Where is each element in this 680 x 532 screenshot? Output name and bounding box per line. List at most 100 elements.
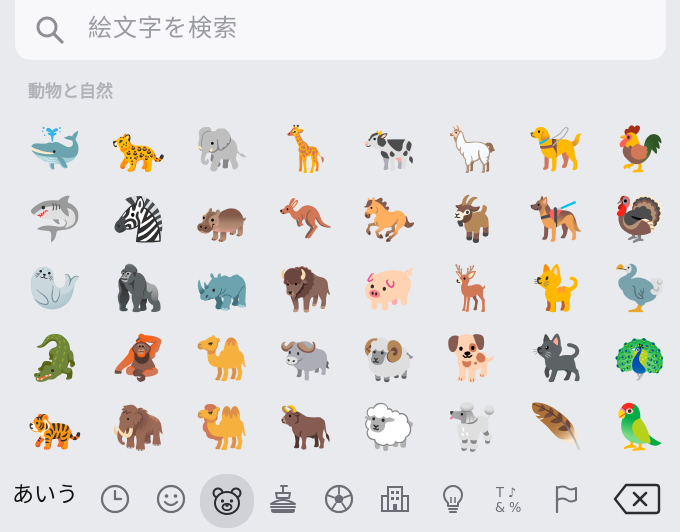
emoji-key[interactable]: 🐊: [14, 325, 96, 393]
emoji-glyph: 🐐: [445, 193, 500, 245]
svg-text:&: &: [495, 501, 505, 515]
emoji-key[interactable]: 🐏: [348, 325, 430, 393]
emoji-glyph: 🦃: [612, 193, 667, 245]
delete-icon[interactable]: [612, 482, 662, 516]
emoji-grid: 🐳 🐆 🐘 🦒 🐄 🦙 🦮 🐓 🦈 🦓 🦛 🦘 🐎 🐐 🐕‍🦺 🦃 🦭 🦍 🦏 🦬 🐖 🦌 🐈 🦤 🐊 🦧 🐪 🐃 🐏 🐕 🐈‍⬛ 🦚 🐅 🦣 🐫 🐂…: [14, 116, 680, 466]
emoji-glyph: 🦭: [27, 263, 83, 314]
emoji-key[interactable]: 🐅: [14, 394, 96, 462]
emoji-glyph: 🦮: [528, 124, 584, 175]
food-category-button[interactable]: [258, 474, 308, 524]
emoji-glyph: 🦘: [278, 193, 333, 245]
emoji-key[interactable]: 🐄: [348, 116, 430, 184]
svg-text:T: T: [495, 486, 504, 501]
emoji-glyph: 🦒: [278, 124, 333, 175]
burger-drink-icon: [270, 485, 296, 513]
emoji-glyph: 🐑: [361, 402, 417, 453]
emoji-key[interactable]: 🦍: [98, 255, 180, 323]
emoji-glyph: 🐓: [612, 124, 667, 175]
emoji-glyph: 🦈: [27, 193, 83, 245]
flags-category-button[interactable]: [540, 474, 590, 524]
emoji-key[interactable]: 🐓: [599, 116, 680, 184]
emoji-glyph: 🐆: [111, 124, 166, 175]
emoji-key[interactable]: 🦌: [432, 255, 514, 323]
clock-icon: [100, 484, 130, 514]
emoji-glyph: 🐂: [278, 402, 333, 453]
emoji-key[interactable]: 🐩: [432, 394, 514, 462]
emoji-key[interactable]: 🦬: [265, 255, 347, 323]
emoji-glyph: 🦙: [445, 124, 500, 175]
emoji-key[interactable]: 🦃: [599, 186, 680, 254]
emoji-key[interactable]: 🦭: [14, 255, 96, 323]
emoji-glyph: 🦌: [445, 263, 500, 314]
emoji-key[interactable]: 🐐: [432, 186, 514, 254]
emoji-key[interactable]: 🪶: [515, 394, 597, 462]
building-icon: [381, 486, 409, 512]
bear-face-icon: [212, 487, 242, 515]
emoji-key[interactable]: 🐂: [265, 394, 347, 462]
recent-category-button[interactable]: [90, 474, 140, 524]
emoji-glyph: 🦓: [111, 193, 166, 245]
emoji-glyph: 🐪: [194, 332, 250, 384]
emoji-key[interactable]: 🐈: [515, 255, 597, 323]
emoji-glyph: 🦧: [111, 332, 166, 384]
symbols-icon: T ♪ & %: [495, 486, 521, 515]
emoji-key[interactable]: 🐆: [98, 116, 180, 184]
emoji-key[interactable]: 🐪: [181, 325, 263, 393]
emoji-glyph: 🐖: [361, 263, 417, 314]
activity-category-button[interactable]: [314, 474, 364, 524]
emoji-key[interactable]: 🐖: [348, 255, 430, 323]
emoji-glyph: 🪶: [528, 402, 584, 453]
emoji-key[interactable]: 🐕: [432, 325, 514, 393]
emoji-glyph: 🦛: [194, 193, 250, 245]
emoji-glyph: 🐄: [361, 124, 417, 175]
emoji-key[interactable]: 🦘: [265, 186, 347, 254]
emoji-glyph: 🐳: [27, 124, 83, 175]
emoji-key[interactable]: 🦓: [98, 186, 180, 254]
flag-icon: [555, 485, 577, 514]
symbols-category-button[interactable]: T ♪ & %: [484, 474, 534, 524]
emoji-glyph: 🦤: [612, 263, 667, 314]
emoji-key[interactable]: 🦙: [432, 116, 514, 184]
emoji-key[interactable]: 🦏: [181, 255, 263, 323]
travel-category-button[interactable]: [370, 474, 420, 524]
emoji-key[interactable]: 🦧: [98, 325, 180, 393]
objects-category-button[interactable]: [428, 474, 478, 524]
emoji-key[interactable]: 🦚: [599, 325, 680, 393]
emoji-key[interactable]: 🦤: [599, 255, 680, 323]
emoji-glyph: 🐕: [445, 332, 500, 384]
emoji-key[interactable]: 🦒: [265, 116, 347, 184]
emoji-glyph: 🦍: [111, 263, 166, 314]
svg-text:♪: ♪: [508, 486, 516, 501]
emoji-key[interactable]: 🐃: [265, 325, 347, 393]
emoji-key[interactable]: 🐎: [348, 186, 430, 254]
emoji-key[interactable]: 🐈‍⬛: [515, 325, 597, 393]
emoji-key[interactable]: 🦛: [181, 186, 263, 254]
emoji-key[interactable]: 🦣: [98, 394, 180, 462]
animals-category-button[interactable]: [200, 474, 254, 528]
emoji-key[interactable]: 🦜: [599, 394, 680, 462]
emoji-glyph: 🐫: [194, 402, 250, 453]
section-title: 動物と自然: [28, 82, 113, 102]
emoji-key[interactable]: 🐕‍🦺: [515, 186, 597, 254]
emoji-glyph: 🐎: [361, 193, 417, 245]
emoji-glyph: 🦏: [194, 263, 250, 314]
emoji-key[interactable]: 🐳: [14, 116, 96, 184]
emoji-glyph: 🐕‍🦺: [528, 193, 584, 245]
emoji-glyph: 🐈: [528, 263, 584, 314]
emoji-glyph: 🦣: [111, 402, 166, 453]
emoji-key[interactable]: 🐘: [181, 116, 263, 184]
kana-keyboard-switch[interactable]: あいう: [12, 481, 78, 511]
emoji-glyph: 🐊: [27, 332, 83, 384]
search-input[interactable]: 絵文字を検索: [88, 12, 238, 44]
smiley-icon: [156, 484, 186, 514]
emoji-key[interactable]: 🦈: [14, 186, 96, 254]
emoji-key[interactable]: 🐫: [181, 394, 263, 462]
smileys-category-button[interactable]: [146, 474, 196, 524]
emoji-key[interactable]: 🦮: [515, 116, 597, 184]
emoji-glyph: 🦚: [612, 332, 667, 384]
emoji-key[interactable]: 🐑: [348, 394, 430, 462]
emoji-glyph: 🐅: [27, 402, 83, 453]
emoji-glyph: 🦜: [612, 402, 667, 453]
emoji-glyph: 🐈‍⬛: [528, 332, 584, 384]
lightbulb-icon: [443, 485, 463, 513]
